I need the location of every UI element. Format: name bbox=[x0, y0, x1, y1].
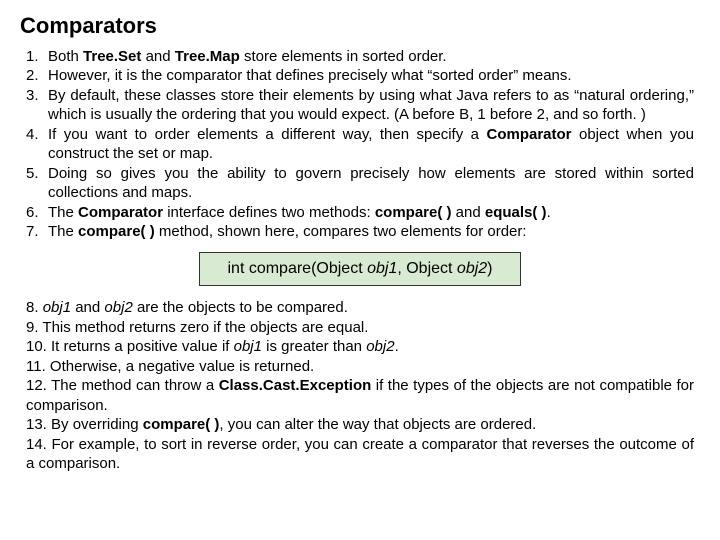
text: 13. By overriding bbox=[26, 416, 143, 433]
list-item: 10. It returns a positive value if obj1 … bbox=[26, 337, 694, 357]
italic: obj1 bbox=[234, 338, 262, 355]
list-item: 8. obj1 and obj2 are the objects to be c… bbox=[26, 298, 694, 318]
bold: Tree.Map bbox=[175, 48, 240, 65]
text: and bbox=[71, 299, 104, 316]
text: Both bbox=[48, 48, 83, 65]
item-text: By default, these classes store their el… bbox=[48, 86, 694, 125]
italic: obj1 bbox=[367, 260, 397, 277]
item-text: Doing so gives you the ability to govern… bbox=[48, 164, 694, 203]
bold: equals( ) bbox=[485, 204, 547, 221]
list-item: 1. Both Tree.Set and Tree.Map store elem… bbox=[26, 47, 694, 67]
item-number: 4. bbox=[26, 125, 48, 164]
italic: obj2 bbox=[457, 260, 487, 277]
italic: obj2 bbox=[104, 299, 132, 316]
bold: Class.Cast.Exception bbox=[219, 377, 372, 394]
list-item: 14. For example, to sort in reverse orde… bbox=[26, 435, 694, 474]
page-title: Comparators bbox=[20, 12, 700, 41]
method-signature-box: int compare(Object obj1, Object obj2) bbox=[199, 252, 521, 287]
text: are the objects to be compared. bbox=[133, 299, 348, 316]
text: . bbox=[547, 204, 551, 221]
item-number: 6. bbox=[26, 203, 48, 223]
list-item: 2. However, it is the comparator that de… bbox=[26, 66, 694, 86]
item-text: Both Tree.Set and Tree.Map store element… bbox=[48, 47, 694, 67]
text: 8. bbox=[26, 299, 43, 316]
list-item: 13. By overriding compare( ), you can al… bbox=[26, 415, 694, 435]
list-item: 3. By default, these classes store their… bbox=[26, 86, 694, 125]
list-item: 11. Otherwise, a negative value is retur… bbox=[26, 357, 694, 377]
item-number: 3. bbox=[26, 86, 48, 125]
italic: obj1 bbox=[43, 299, 71, 316]
text: store elements in sorted order. bbox=[240, 48, 447, 65]
ordered-list-top: 1. Both Tree.Set and Tree.Map store elem… bbox=[20, 47, 700, 242]
text: method, shown here, compares two element… bbox=[155, 223, 527, 240]
text: , Object bbox=[397, 260, 457, 277]
list-item: 4. If you want to order elements a diffe… bbox=[26, 125, 694, 164]
text: 10. It returns a positive value if bbox=[26, 338, 234, 355]
text: The bbox=[48, 223, 78, 240]
list-item: 12. The method can throw a Class.Cast.Ex… bbox=[26, 376, 694, 415]
text: 12. The method can throw a bbox=[26, 377, 219, 394]
item-number: 1. bbox=[26, 47, 48, 67]
list-item: 6. The Comparator interface defines two … bbox=[26, 203, 694, 223]
text: int compare(Object bbox=[227, 260, 367, 277]
italic: obj2 bbox=[366, 338, 394, 355]
list-item: 7. The compare( ) method, shown here, co… bbox=[26, 222, 694, 242]
bold: compare( ) bbox=[78, 223, 155, 240]
item-text: The Comparator interface defines two met… bbox=[48, 203, 694, 223]
text: , you can alter the way that objects are… bbox=[219, 416, 536, 433]
text: and bbox=[141, 48, 174, 65]
bold: Tree.Set bbox=[83, 48, 141, 65]
text: and bbox=[452, 204, 485, 221]
item-number: 2. bbox=[26, 66, 48, 86]
item-text: If you want to order elements a differen… bbox=[48, 125, 694, 164]
bold: compare( ) bbox=[375, 204, 452, 221]
text: interface defines two methods: bbox=[163, 204, 375, 221]
list-item: 9. This method returns zero if the objec… bbox=[26, 318, 694, 338]
text: If you want to order elements a differen… bbox=[48, 126, 487, 143]
bold: Comparator bbox=[487, 126, 572, 143]
item-text: The compare( ) method, shown here, compa… bbox=[48, 222, 694, 242]
list-item: 5. Doing so gives you the ability to gov… bbox=[26, 164, 694, 203]
item-number: 5. bbox=[26, 164, 48, 203]
bold: Comparator bbox=[78, 204, 163, 221]
bold: compare( ) bbox=[143, 416, 220, 433]
text: The bbox=[48, 204, 78, 221]
text: is greater than bbox=[262, 338, 366, 355]
item-text: However, it is the comparator that defin… bbox=[48, 66, 694, 86]
text: . bbox=[395, 338, 399, 355]
text: ) bbox=[487, 260, 492, 277]
ordered-list-bottom: 8. obj1 and obj2 are the objects to be c… bbox=[20, 298, 700, 474]
item-number: 7. bbox=[26, 222, 48, 242]
